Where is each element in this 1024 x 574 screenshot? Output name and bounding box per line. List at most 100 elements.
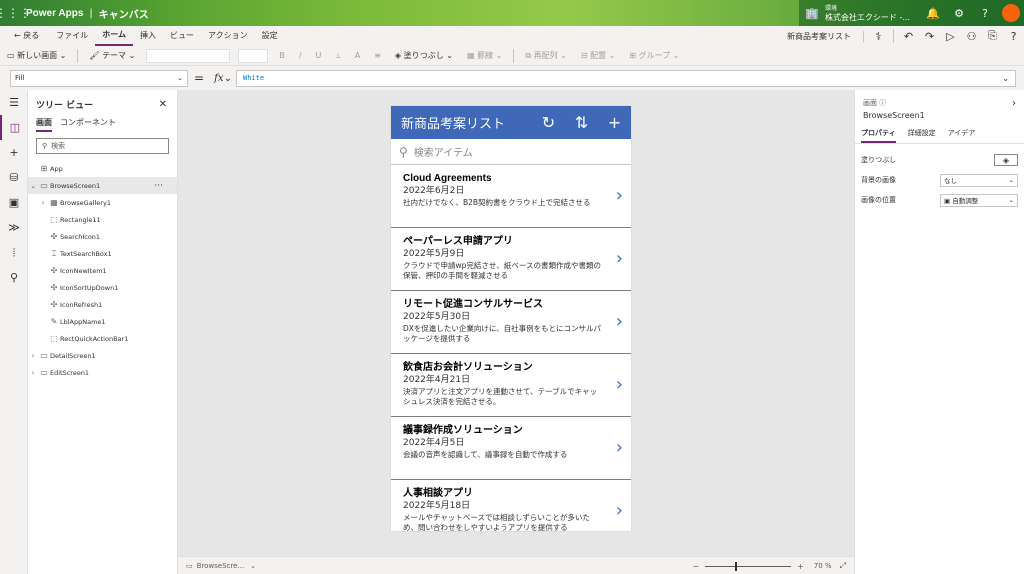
theme-button[interactable]: 🖌 テーマ ⌄ — [82, 46, 142, 66]
chevron-right-icon[interactable]: › — [616, 437, 623, 458]
gallery-item[interactable]: 飲食店お会計ソリューション 2022年4月21日 決済アプリと注文アプリを連動させて… — [391, 354, 631, 417]
image-position-select[interactable]: ▣ 自動調整 ⌄ — [940, 193, 1018, 207]
chevron-right-icon[interactable]: › — [616, 500, 623, 521]
hamburger-icon[interactable]: ☰ — [0, 90, 28, 115]
align-button[interactable]: ⊟ 配置 ⌄ — [574, 46, 623, 66]
media-icon[interactable]: ▣ — [0, 190, 28, 215]
fx-button[interactable]: fx⌄ — [210, 73, 236, 84]
formula-input[interactable]: White ⌄ — [236, 69, 1016, 87]
fit-screen-icon[interactable]: ⤢ — [840, 561, 846, 571]
avatar[interactable] — [1002, 4, 1020, 22]
data-icon[interactable]: ⛁ — [0, 165, 28, 190]
chevron-right-icon[interactable]: › — [616, 374, 623, 395]
align-text-icon[interactable]: ≡ — [367, 46, 388, 66]
add-icon[interactable]: + — [598, 113, 631, 132]
zoom-slider[interactable] — [705, 561, 792, 571]
menu-view[interactable]: ビュー — [163, 26, 201, 46]
app-header-title[interactable]: 新商品考案リスト — [391, 113, 532, 132]
tree-node-search-icon[interactable]: ✣ SearchIcon1 — [28, 228, 177, 245]
refresh-icon[interactable]: ↻ — [532, 113, 565, 132]
tree-view-icon[interactable]: ◫ — [0, 115, 28, 140]
gallery-search-input[interactable]: ⚲ 検索アイテム — [391, 139, 631, 165]
chevron-down-icon[interactable]: ⌄ — [28, 182, 38, 190]
tree-node-browse-gallery[interactable]: › ▦ BrowseGallery1 — [28, 194, 177, 211]
close-icon[interactable]: ✕ — [159, 99, 167, 110]
zoom-slider-thumb[interactable] — [735, 561, 738, 571]
help-menu-icon[interactable]: ? — [1003, 30, 1024, 43]
environment-picker[interactable]: 🏢 環境 株式会社エクシード -... — [799, 0, 920, 26]
share-icon[interactable]: ⚇ — [961, 30, 982, 43]
tree-node-text-search[interactable]: ⌶ TextSearchBox1 — [28, 245, 177, 262]
tree-node-icon-new[interactable]: ✣ IconNewItem1 — [28, 262, 177, 279]
fill-color-picker[interactable]: ◈ — [994, 154, 1018, 166]
zoom-in-button[interactable]: + — [797, 562, 804, 571]
font-select[interactable] — [146, 48, 231, 63]
chevron-right-icon[interactable]: › — [616, 185, 623, 206]
chevron-right-icon[interactable]: › — [28, 352, 38, 360]
tree-node-icon-sort[interactable]: ✣ IconSortUpDown1 — [28, 279, 177, 296]
power-automate-icon[interactable]: ≫ — [0, 215, 28, 240]
waffle-icon[interactable]: ⋮⋮⋮ — [0, 0, 31, 26]
new-screen-button[interactable]: ▭ 新しい画面 ⌄ — [0, 46, 73, 66]
tree-node-rectangle[interactable]: ⬚ Rectangle11 — [28, 211, 177, 228]
search-rail-icon[interactable]: ⚲ — [0, 265, 28, 290]
tab-components[interactable]: コンポーネント — [60, 117, 116, 132]
tab-ideas[interactable]: アイデア — [948, 128, 976, 143]
menu-insert[interactable]: 挿入 — [133, 26, 163, 46]
chevron-right-icon[interactable]: › — [1012, 98, 1016, 109]
app-preview-screen[interactable]: 新商品考案リスト ↻ ⇅ + ⚲ 検索アイテム Cloud Agreements… — [391, 106, 631, 531]
tab-properties[interactable]: プロパティ — [861, 128, 896, 143]
play-icon[interactable]: ▷ — [940, 30, 961, 43]
app-checker-icon[interactable]: ⚕ — [868, 30, 889, 43]
italic-button[interactable]: / — [292, 46, 309, 66]
strikethrough-icon[interactable]: ⟂ — [328, 46, 347, 66]
chevron-right-icon[interactable]: › — [28, 369, 38, 377]
group-button[interactable]: ⊞ グループ ⌄ — [622, 46, 686, 66]
chevron-right-icon[interactable]: › — [38, 199, 48, 207]
screen-selector[interactable]: ▭ BrowseScre... ⌄ — [178, 562, 256, 570]
undo-icon[interactable]: ↶ — [898, 30, 919, 43]
gallery-item[interactable]: 議事録作成ソリューション 2022年4月5日 会議の音声を認識して、議事録を自動で作… — [391, 417, 631, 480]
insert-icon[interactable]: + — [0, 140, 28, 165]
tree-node-icon-refresh[interactable]: ✣ IconRefresh1 — [28, 296, 177, 313]
save-icon[interactable]: ⎘ — [982, 29, 1003, 43]
chevron-right-icon[interactable]: › — [616, 248, 623, 269]
fill-button[interactable]: ◈ 塗りつぶし ⌄ — [388, 46, 460, 66]
chevron-right-icon[interactable]: › — [616, 311, 623, 332]
variables-icon[interactable]: ⦙ — [0, 240, 28, 265]
help-icon[interactable]: ? — [972, 0, 998, 26]
bold-button[interactable]: B — [272, 46, 292, 66]
menu-settings[interactable]: 設定 — [255, 26, 285, 46]
bg-image-select[interactable]: なし ⌄ — [940, 173, 1018, 187]
more-icon[interactable]: ··· — [154, 181, 163, 191]
gallery-item[interactable]: Cloud Agreements 2022年6月2日 社内だけでなく、B2B契約書を… — [391, 165, 631, 228]
menu-action[interactable]: アクション — [201, 26, 255, 46]
tree-node-lbl-app[interactable]: ✎ LblAppName1 — [28, 313, 177, 330]
sort-icon[interactable]: ⇅ — [565, 113, 598, 132]
property-select[interactable]: Fill ⌄ — [10, 69, 188, 87]
tree-node-browse-screen[interactable]: ⌄ ▭ BrowseScreen1 ··· — [28, 177, 177, 194]
expand-formula-icon[interactable]: ⌄ — [1002, 74, 1009, 83]
gear-icon[interactable]: ⚙ — [946, 0, 972, 26]
tree-node-edit-screen[interactable]: › ▭ EditScreen1 — [28, 364, 177, 381]
tab-advanced[interactable]: 詳細設定 — [908, 128, 936, 143]
underline-button[interactable]: U — [309, 46, 329, 66]
gallery-item[interactable]: ペーパーレス申請アプリ 2022年5月9日 クラウドで申請wp完結させ、紙ベースの書… — [391, 228, 631, 291]
tree-node-detail-screen[interactable]: › ▭ DetailScreen1 — [28, 347, 177, 364]
menu-file[interactable]: ファイル — [49, 26, 95, 46]
gallery-item[interactable]: リモート促進コンサルサービス 2022年5月30日 DXを促進したい企業向けに、自社… — [391, 291, 631, 354]
bell-icon[interactable]: 🔔 — [920, 0, 946, 26]
font-color-button[interactable]: A — [348, 46, 367, 66]
tree-search-input[interactable]: ⚲ 検索 — [36, 138, 169, 154]
zoom-out-button[interactable]: − — [692, 562, 699, 571]
help-icon[interactable]: ⓘ — [879, 99, 886, 107]
tree-node-rect-quick[interactable]: ⬚ RectQuickActionBar1 — [28, 330, 177, 347]
border-button[interactable]: ▦ 罫線 ⌄ — [460, 46, 509, 66]
tree-node-app[interactable]: ⊞ App — [28, 160, 177, 177]
tab-screens[interactable]: 画面 — [36, 117, 52, 132]
gallery-item[interactable]: 人事相談アプリ 2022年5月18日 メールやチャットベースでは相談しずらいことが多… — [391, 480, 631, 531]
back-button[interactable]: ← 戻る — [0, 26, 49, 46]
reorder-button[interactable]: ⧉ 再配列 ⌄ — [518, 46, 574, 66]
canvas-area[interactable]: 新商品考案リスト ↻ ⇅ + ⚲ 検索アイテム Cloud Agreements… — [178, 90, 854, 556]
font-size-select[interactable] — [238, 48, 269, 63]
